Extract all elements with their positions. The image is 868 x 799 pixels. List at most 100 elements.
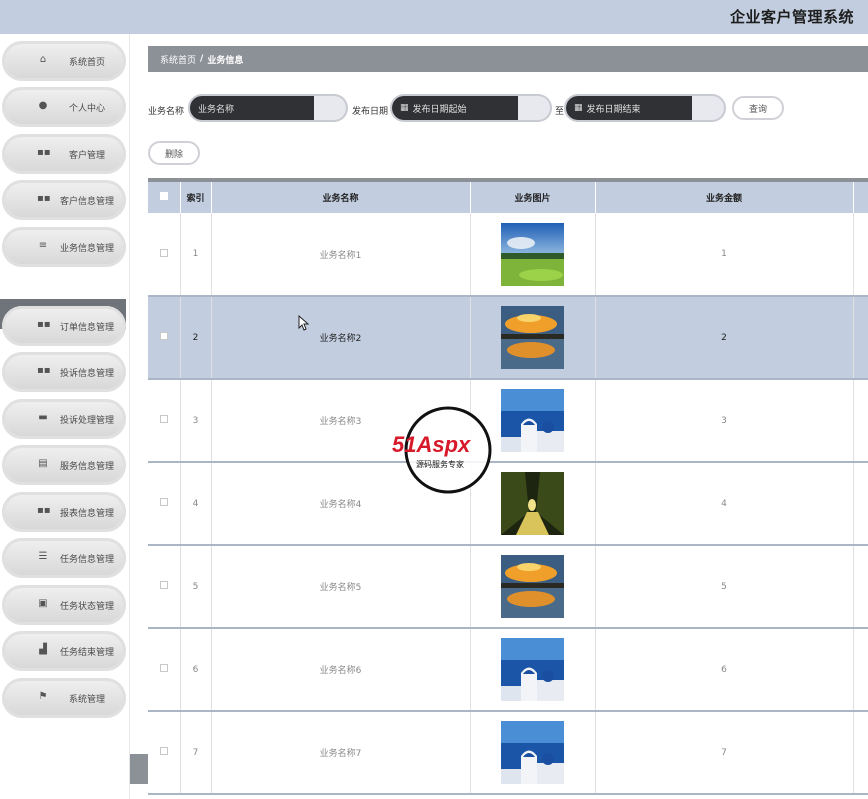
row-business-image[interactable] bbox=[470, 711, 596, 795]
sidebar-item-home[interactable]: ⌂ 系统首页 bbox=[2, 41, 126, 81]
row-extra-cell bbox=[853, 296, 868, 380]
column-header-extra bbox=[853, 182, 868, 213]
table-row[interactable]: 7 业务名称7 7 bbox=[148, 711, 868, 795]
select-all-checkbox[interactable] bbox=[159, 192, 168, 200]
row-select-cell[interactable] bbox=[148, 296, 181, 380]
sidebar-item-system[interactable]: ⚑ 系统管理 bbox=[2, 678, 126, 718]
column-header-name[interactable]: 业务名称 bbox=[211, 182, 471, 213]
delete-button[interactable]: 删除 bbox=[148, 141, 200, 165]
flag-icon: ⚑ bbox=[38, 691, 48, 702]
row-business-image[interactable] bbox=[470, 213, 596, 297]
sidebar-item-label: 投诉处理管理 bbox=[59, 416, 114, 426]
clipboard-check-icon: ▣ bbox=[38, 598, 48, 609]
table-row[interactable]: 6 业务名称6 6 bbox=[148, 628, 868, 712]
column-header-amount[interactable]: 业务金额 bbox=[595, 182, 854, 213]
row-checkbox[interactable] bbox=[159, 332, 168, 340]
row-business-amount: 3 bbox=[595, 379, 854, 463]
row-business-name: 业务名称6 bbox=[211, 628, 471, 712]
sidebar-item-tasks[interactable]: ☰ 任务信息管理 bbox=[2, 538, 126, 578]
row-business-image[interactable] bbox=[470, 628, 596, 712]
row-business-name: 业务名称5 bbox=[211, 545, 471, 629]
row-business-amount: 6 bbox=[595, 628, 854, 712]
home-icon: ⌂ bbox=[39, 54, 47, 65]
sidebar-item-label: 任务状态管理 bbox=[59, 602, 114, 612]
sidebar-item-complaints[interactable]: ▪▪ 投诉信息管理 bbox=[2, 352, 126, 392]
row-checkbox[interactable] bbox=[159, 498, 168, 506]
sidebar-item-services[interactable]: ▤ 服务信息管理 bbox=[2, 445, 126, 485]
user-icon: ● bbox=[38, 100, 48, 111]
column-header-image[interactable]: 业务图片 bbox=[470, 182, 596, 213]
grid-icon: ▪▪ bbox=[37, 193, 51, 204]
row-checkbox[interactable] bbox=[159, 581, 168, 589]
chat-icon: ▬ bbox=[38, 412, 48, 423]
table-row[interactable]: 3 业务名称3 3 bbox=[148, 379, 868, 463]
row-checkbox[interactable] bbox=[159, 248, 168, 257]
sidebar-item-complaint-handling[interactable]: ▬ 投诉处理管理 bbox=[2, 399, 126, 439]
sidebar-scrollbar[interactable] bbox=[130, 754, 148, 784]
row-business-amount: 7 bbox=[595, 711, 854, 795]
row-extra-cell bbox=[853, 545, 868, 629]
row-select-cell[interactable] bbox=[148, 213, 181, 297]
publish-date-end-placeholder: 发布日期结束 bbox=[586, 104, 641, 115]
row-business-amount: 4 bbox=[595, 462, 854, 546]
grid-icon: ▪▪ bbox=[37, 505, 51, 516]
sidebar-item-profile[interactable]: ● 个人中心 bbox=[2, 87, 126, 127]
table-row[interactable]: 5 业务名称5 5 bbox=[148, 545, 868, 629]
row-select-cell[interactable] bbox=[148, 711, 181, 795]
sidebar-item-reports[interactable]: ▪▪ 报表信息管理 bbox=[2, 492, 126, 532]
business-name-label: 业务名称 bbox=[148, 107, 185, 117]
row-business-amount: 5 bbox=[595, 545, 854, 629]
row-select-cell[interactable] bbox=[148, 628, 181, 712]
table-body: 1 业务名称1 1 2 业务名称2 2 3 业务名称3 3 4 业务名称4 4 5 业务名称5 5 6 业务名称… bbox=[148, 213, 868, 795]
sidebar-item-customers[interactable]: ▪▪ 客户管理 bbox=[2, 134, 126, 174]
row-select-cell[interactable] bbox=[148, 462, 181, 546]
row-select-cell[interactable] bbox=[148, 545, 181, 629]
sidebar: ⌂ 系统首页 ● 个人中心 ▪▪ 客户管理 ▪▪ 客户信息管理 ≡ 业务信息管理… bbox=[0, 34, 130, 799]
row-business-amount: 2 bbox=[595, 296, 854, 380]
row-extra-cell bbox=[853, 628, 868, 712]
row-business-image[interactable] bbox=[470, 379, 596, 463]
row-business-image[interactable] bbox=[470, 545, 596, 629]
sidebar-item-label: 客户信息管理 bbox=[59, 197, 114, 207]
sidebar-item-task-status[interactable]: ▣ 任务状态管理 bbox=[2, 585, 126, 625]
business-name-input[interactable]: 业务名称 bbox=[188, 94, 348, 122]
sidebar-item-label: 系统首页 bbox=[68, 58, 105, 68]
data-table: 索引 业务名称 业务图片 业务金额 1 业务名称1 1 2 业务名称2 2 3 业务名称3 3 4… bbox=[148, 182, 868, 795]
table-header-row: 索引 业务名称 业务图片 业务金额 bbox=[148, 182, 868, 213]
business-table: 索引 业务名称 业务图片 业务金额 1 业务名称1 1 2 业务名称2 2 3 业务名称3 3 4… bbox=[148, 178, 868, 799]
row-business-image[interactable] bbox=[470, 296, 596, 380]
app-title: 企业客户管理系统 bbox=[729, 8, 854, 26]
table-row[interactable]: 4 业务名称4 4 bbox=[148, 462, 868, 546]
search-button[interactable]: 查询 bbox=[732, 96, 784, 120]
sidebar-item-orders[interactable]: ▪▪ 订单信息管理 bbox=[2, 306, 126, 346]
row-business-name: 业务名称2 bbox=[211, 296, 471, 380]
table-row[interactable]: 2 业务名称2 2 bbox=[148, 296, 868, 380]
column-header-index[interactable]: 索引 bbox=[180, 182, 212, 213]
business-name-placeholder: 业务名称 bbox=[198, 104, 235, 115]
sidebar-item-customer-info[interactable]: ▪▪ 客户信息管理 bbox=[2, 180, 126, 220]
sidebar-item-label: 客户管理 bbox=[68, 151, 105, 161]
row-index: 5 bbox=[180, 545, 212, 629]
sidebar-item-task-end[interactable]: ▟ 任务结束管理 bbox=[2, 631, 126, 671]
sidebar-item-label: 系统管理 bbox=[68, 695, 105, 705]
publish-date-end-input[interactable]: ▦ 发布日期结束 bbox=[564, 94, 726, 122]
breadcrumb-separator: / bbox=[200, 54, 204, 64]
table-row[interactable]: 1 业务名称1 1 bbox=[148, 213, 868, 297]
row-index: 3 bbox=[180, 379, 212, 463]
row-checkbox[interactable] bbox=[159, 415, 168, 423]
sidebar-item-business-info[interactable]: ≡ 业务信息管理 bbox=[2, 227, 126, 267]
row-checkbox[interactable] bbox=[159, 664, 168, 672]
select-all-cell[interactable] bbox=[148, 182, 181, 213]
breadcrumb-home[interactable]: 系统首页 bbox=[160, 53, 196, 66]
publish-date-start-input[interactable]: ▦ 发布日期起始 bbox=[390, 94, 552, 122]
sidebar-item-label: 订单信息管理 bbox=[59, 323, 114, 333]
grid-icon: ▪▪ bbox=[37, 319, 51, 330]
row-select-cell[interactable] bbox=[148, 379, 181, 463]
row-business-amount: 1 bbox=[595, 213, 854, 297]
row-checkbox[interactable] bbox=[159, 747, 168, 755]
main-content: 系统首页 / 业务信息 业务名称 业务名称 发布日期 ▦ 发布日期起始 至 ▦ … bbox=[148, 34, 868, 799]
clipboard-icon: ▤ bbox=[38, 458, 48, 469]
row-business-image[interactable] bbox=[470, 462, 596, 546]
publish-date-label: 发布日期 bbox=[352, 107, 389, 117]
sliders-icon: ☰ bbox=[38, 551, 48, 562]
